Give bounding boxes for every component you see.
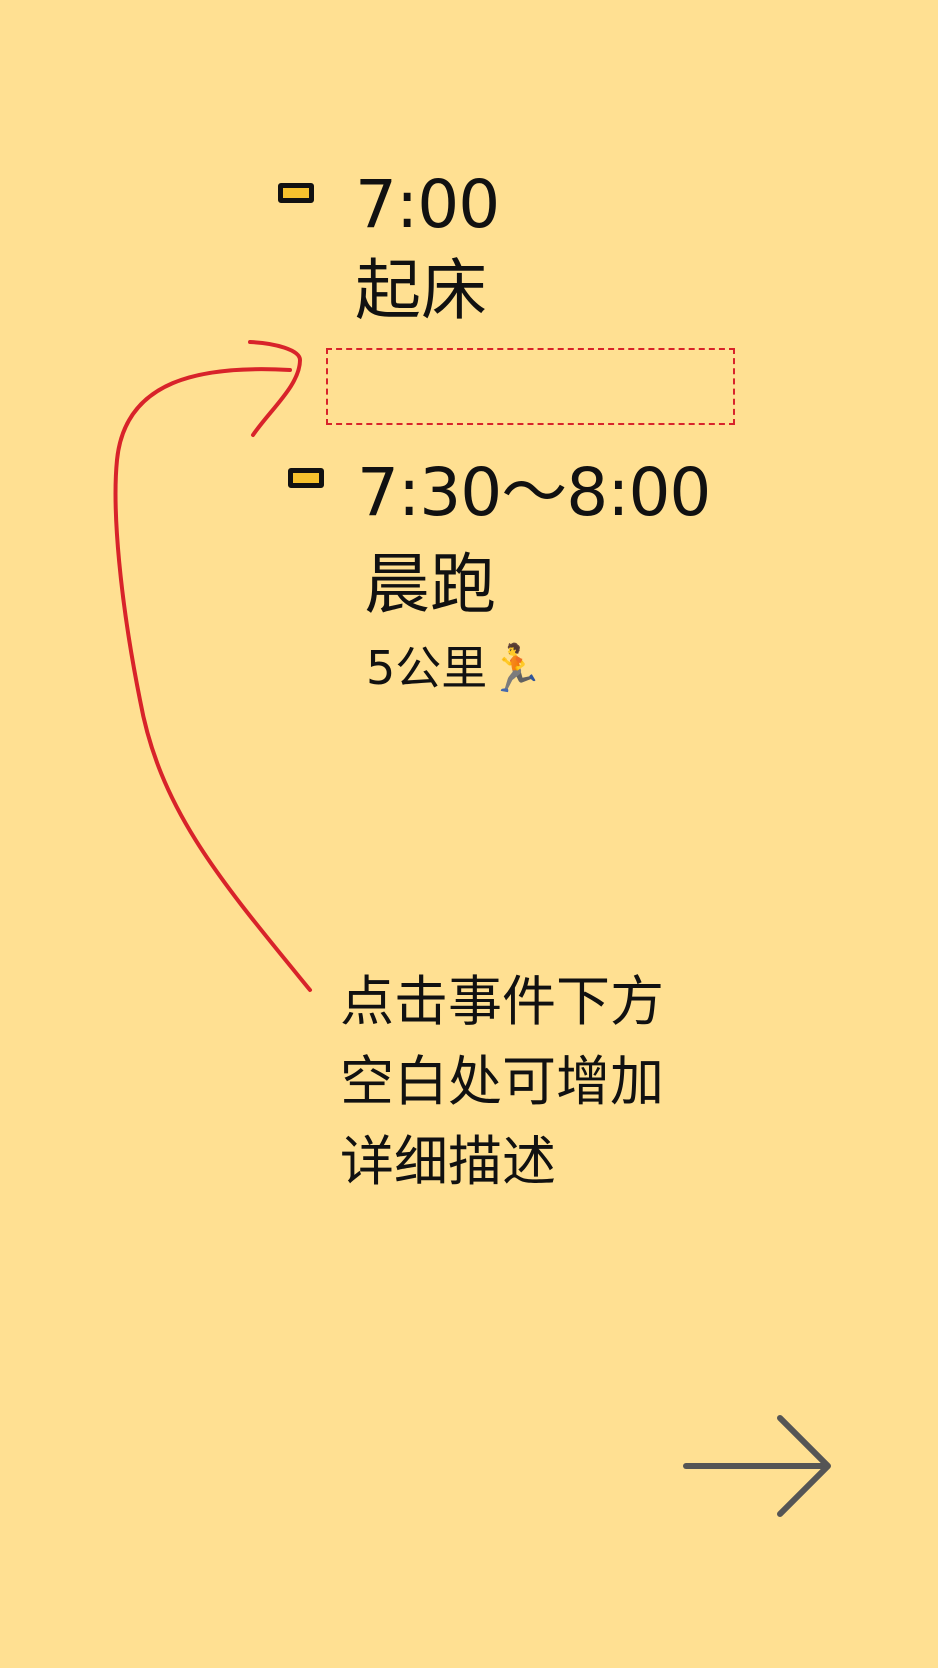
- hint-line: 详细描述: [340, 1130, 556, 1193]
- arrow-right-icon: [683, 1415, 831, 1517]
- hint-line: 空白处可增加: [340, 1050, 664, 1113]
- next-button[interactable]: [676, 1404, 836, 1528]
- hint-line: 点击事件下方: [340, 970, 664, 1033]
- hint-text: 点击事件下方 空白处可增加 详细描述: [340, 962, 740, 1202]
